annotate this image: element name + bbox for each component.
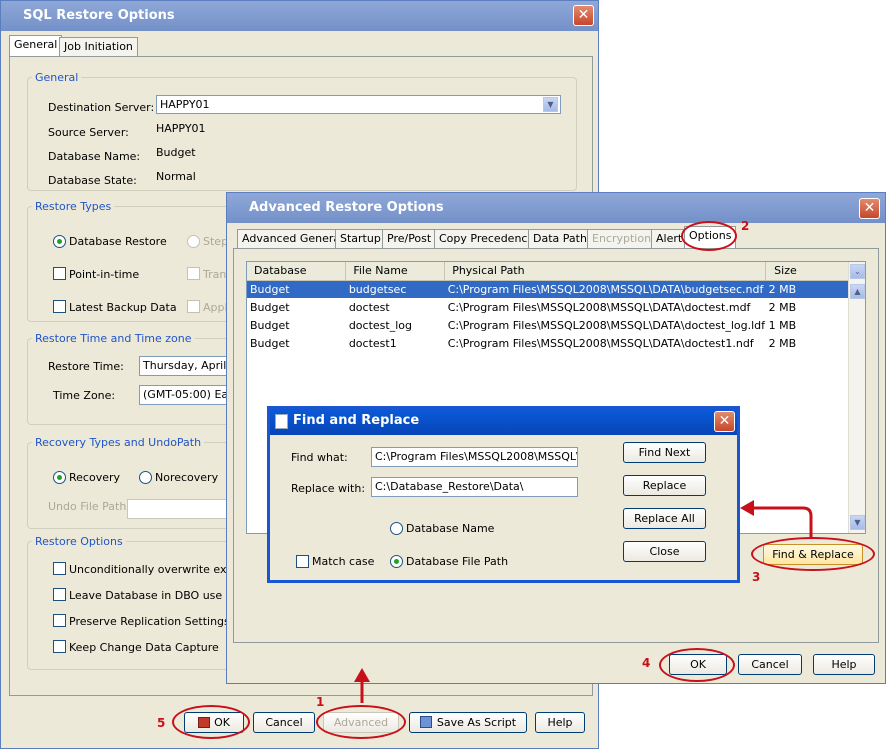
arrow-to-find-dialog (752, 506, 813, 538)
arrowhead-left (740, 500, 754, 516)
arrowhead-up (354, 668, 370, 682)
callout-arrows (354, 500, 813, 703)
